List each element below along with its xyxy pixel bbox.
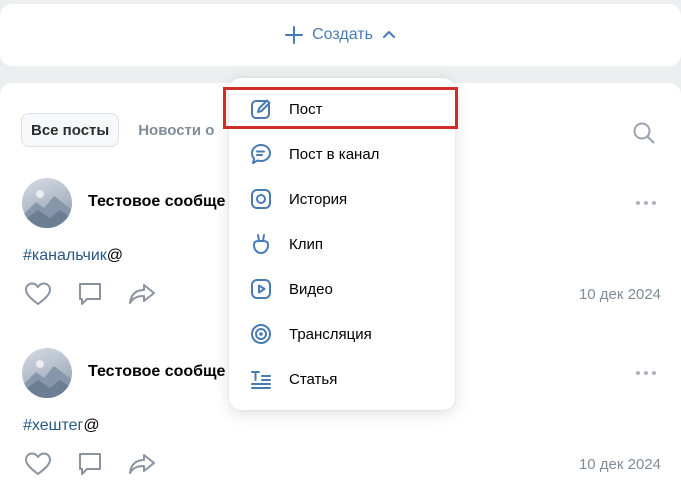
broadcast-icon [251, 324, 271, 344]
post-actions [24, 281, 156, 307]
menu-item-label: Статья [289, 370, 338, 388]
create-button[interactable]: Создать [284, 25, 397, 45]
post-author[interactable]: Тестовое сообще [88, 193, 225, 211]
post-date: 10 дек 2024 [578, 456, 661, 473]
post-date: 10 дек 2024 [578, 286, 661, 303]
menu-item-label: Трансляция [289, 325, 372, 343]
avatar[interactable] [22, 178, 72, 228]
more-icon[interactable] [635, 364, 657, 382]
like-icon[interactable] [24, 451, 52, 477]
post-text-suffix: @ [83, 417, 100, 434]
create-button-label: Создать [312, 26, 373, 43]
create-menu: Пост Пост в канал История Клип Видео Тра… [229, 78, 455, 410]
menu-item-label: История [289, 190, 348, 208]
like-icon[interactable] [24, 281, 52, 307]
menu-item-label: Пост в канал [289, 145, 380, 163]
video-icon [251, 279, 271, 299]
hashtag-link[interactable]: #хештег [23, 417, 83, 434]
clip-icon [252, 234, 270, 255]
menu-item-clip[interactable]: Клип [229, 222, 455, 266]
menu-item-video[interactable]: Видео [229, 267, 455, 311]
chevron-up-icon [382, 31, 395, 38]
story-icon [251, 189, 271, 209]
plus-icon [285, 26, 304, 44]
menu-item-post[interactable]: Пост [229, 87, 455, 131]
article-icon [251, 371, 271, 389]
search-icon[interactable] [632, 121, 656, 145]
create-panel: Создать [0, 4, 681, 66]
post-text: #хештег@ [23, 417, 100, 435]
post-actions [24, 451, 156, 477]
avatar[interactable] [22, 348, 72, 398]
menu-item-label: Пост [289, 100, 323, 118]
tab-news[interactable]: Новости о [129, 113, 223, 147]
share-icon[interactable] [128, 451, 156, 477]
chat-bubble-icon [251, 144, 271, 164]
tab-all-posts[interactable]: Все посты [21, 113, 120, 147]
menu-item-label: Видео [289, 280, 333, 298]
menu-item-story[interactable]: История [229, 177, 455, 221]
more-icon[interactable] [635, 194, 657, 212]
share-icon[interactable] [128, 281, 156, 307]
menu-item-post-to-channel[interactable]: Пост в канал [229, 132, 455, 176]
feed-tabs: Все посты Новости о [21, 113, 223, 147]
comment-icon[interactable] [76, 451, 104, 477]
hashtag-link[interactable]: #канальчик [23, 247, 107, 264]
comment-icon[interactable] [76, 281, 104, 307]
post-text-suffix: @ [106, 247, 124, 264]
post-author[interactable]: Тестовое сообще [88, 363, 225, 381]
edit-icon [251, 99, 271, 119]
menu-item-broadcast[interactable]: Трансляция [229, 312, 455, 356]
post-text: #канальчик@ [23, 247, 123, 265]
menu-item-label: Клип [289, 235, 323, 253]
menu-item-article[interactable]: Статья [229, 357, 455, 401]
